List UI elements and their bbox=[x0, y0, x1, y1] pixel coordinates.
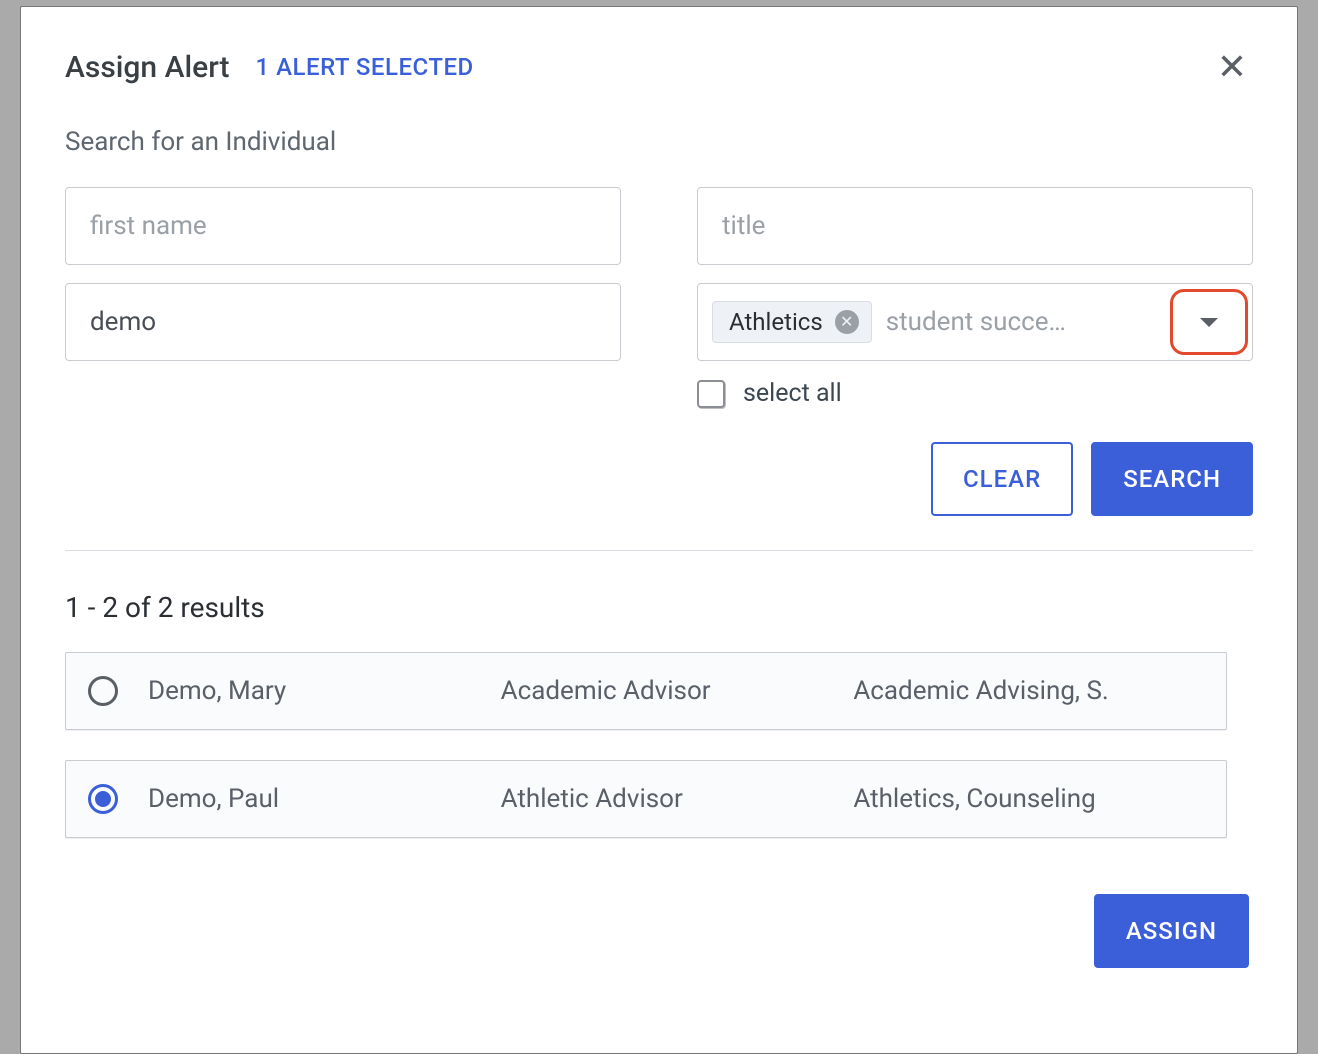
results-list: Demo, Mary Academic Advisor Academic Adv… bbox=[65, 652, 1253, 838]
result-name: Demo, Mary bbox=[148, 676, 501, 706]
result-row[interactable]: Demo, Paul Athletic Advisor Athletics, C… bbox=[65, 760, 1227, 838]
modal-title: Assign Alert bbox=[65, 50, 230, 85]
result-dept: Academic Advising, S. bbox=[853, 676, 1206, 706]
multiselect-dropdown-toggle[interactable] bbox=[1170, 289, 1248, 355]
radio-inner-icon bbox=[95, 791, 111, 807]
result-name: Demo, Paul bbox=[148, 784, 501, 814]
filter-chip-athletics: Athletics ✕ bbox=[712, 301, 872, 343]
clear-button[interactable]: CLEAR bbox=[931, 442, 1073, 516]
result-title: Academic Advisor bbox=[501, 676, 854, 706]
title-input[interactable] bbox=[697, 187, 1253, 265]
close-icon: ✕ bbox=[1217, 46, 1247, 88]
search-button-row: CLEAR SEARCH bbox=[65, 442, 1253, 516]
results-count: 1 - 2 of 2 results bbox=[65, 591, 1253, 624]
result-radio[interactable] bbox=[88, 784, 118, 814]
close-button[interactable]: ✕ bbox=[1211, 47, 1253, 87]
search-section-label: Search for an Individual bbox=[65, 127, 1253, 157]
chevron-down-icon bbox=[1200, 318, 1218, 327]
assign-button-row: ASSIGN bbox=[65, 894, 1253, 968]
chip-label: Athletics bbox=[729, 308, 823, 336]
select-all-row: select all bbox=[697, 379, 1253, 408]
search-button[interactable]: SEARCH bbox=[1091, 442, 1253, 516]
assign-alert-modal: Assign Alert 1 ALERT SELECTED ✕ Search f… bbox=[20, 6, 1298, 1054]
assign-button[interactable]: ASSIGN bbox=[1094, 894, 1249, 968]
select-all-label: select all bbox=[743, 379, 842, 408]
select-all-checkbox[interactable] bbox=[697, 380, 725, 408]
first-name-input[interactable] bbox=[65, 187, 621, 265]
result-title: Athletic Advisor bbox=[501, 784, 854, 814]
last-name-input[interactable] bbox=[65, 283, 621, 361]
modal-header: Assign Alert 1 ALERT SELECTED ✕ bbox=[65, 47, 1253, 87]
result-radio[interactable] bbox=[88, 676, 118, 706]
search-form: Athletics ✕ student succe… select all bbox=[65, 187, 1253, 408]
section-divider bbox=[65, 550, 1253, 551]
chip-remove-icon[interactable]: ✕ bbox=[835, 310, 859, 334]
result-dept: Athletics, Counseling bbox=[853, 784, 1206, 814]
alert-selected-count: 1 ALERT SELECTED bbox=[256, 53, 474, 81]
department-multiselect[interactable]: Athletics ✕ student succe… bbox=[697, 283, 1253, 361]
result-row[interactable]: Demo, Mary Academic Advisor Academic Adv… bbox=[65, 652, 1227, 730]
